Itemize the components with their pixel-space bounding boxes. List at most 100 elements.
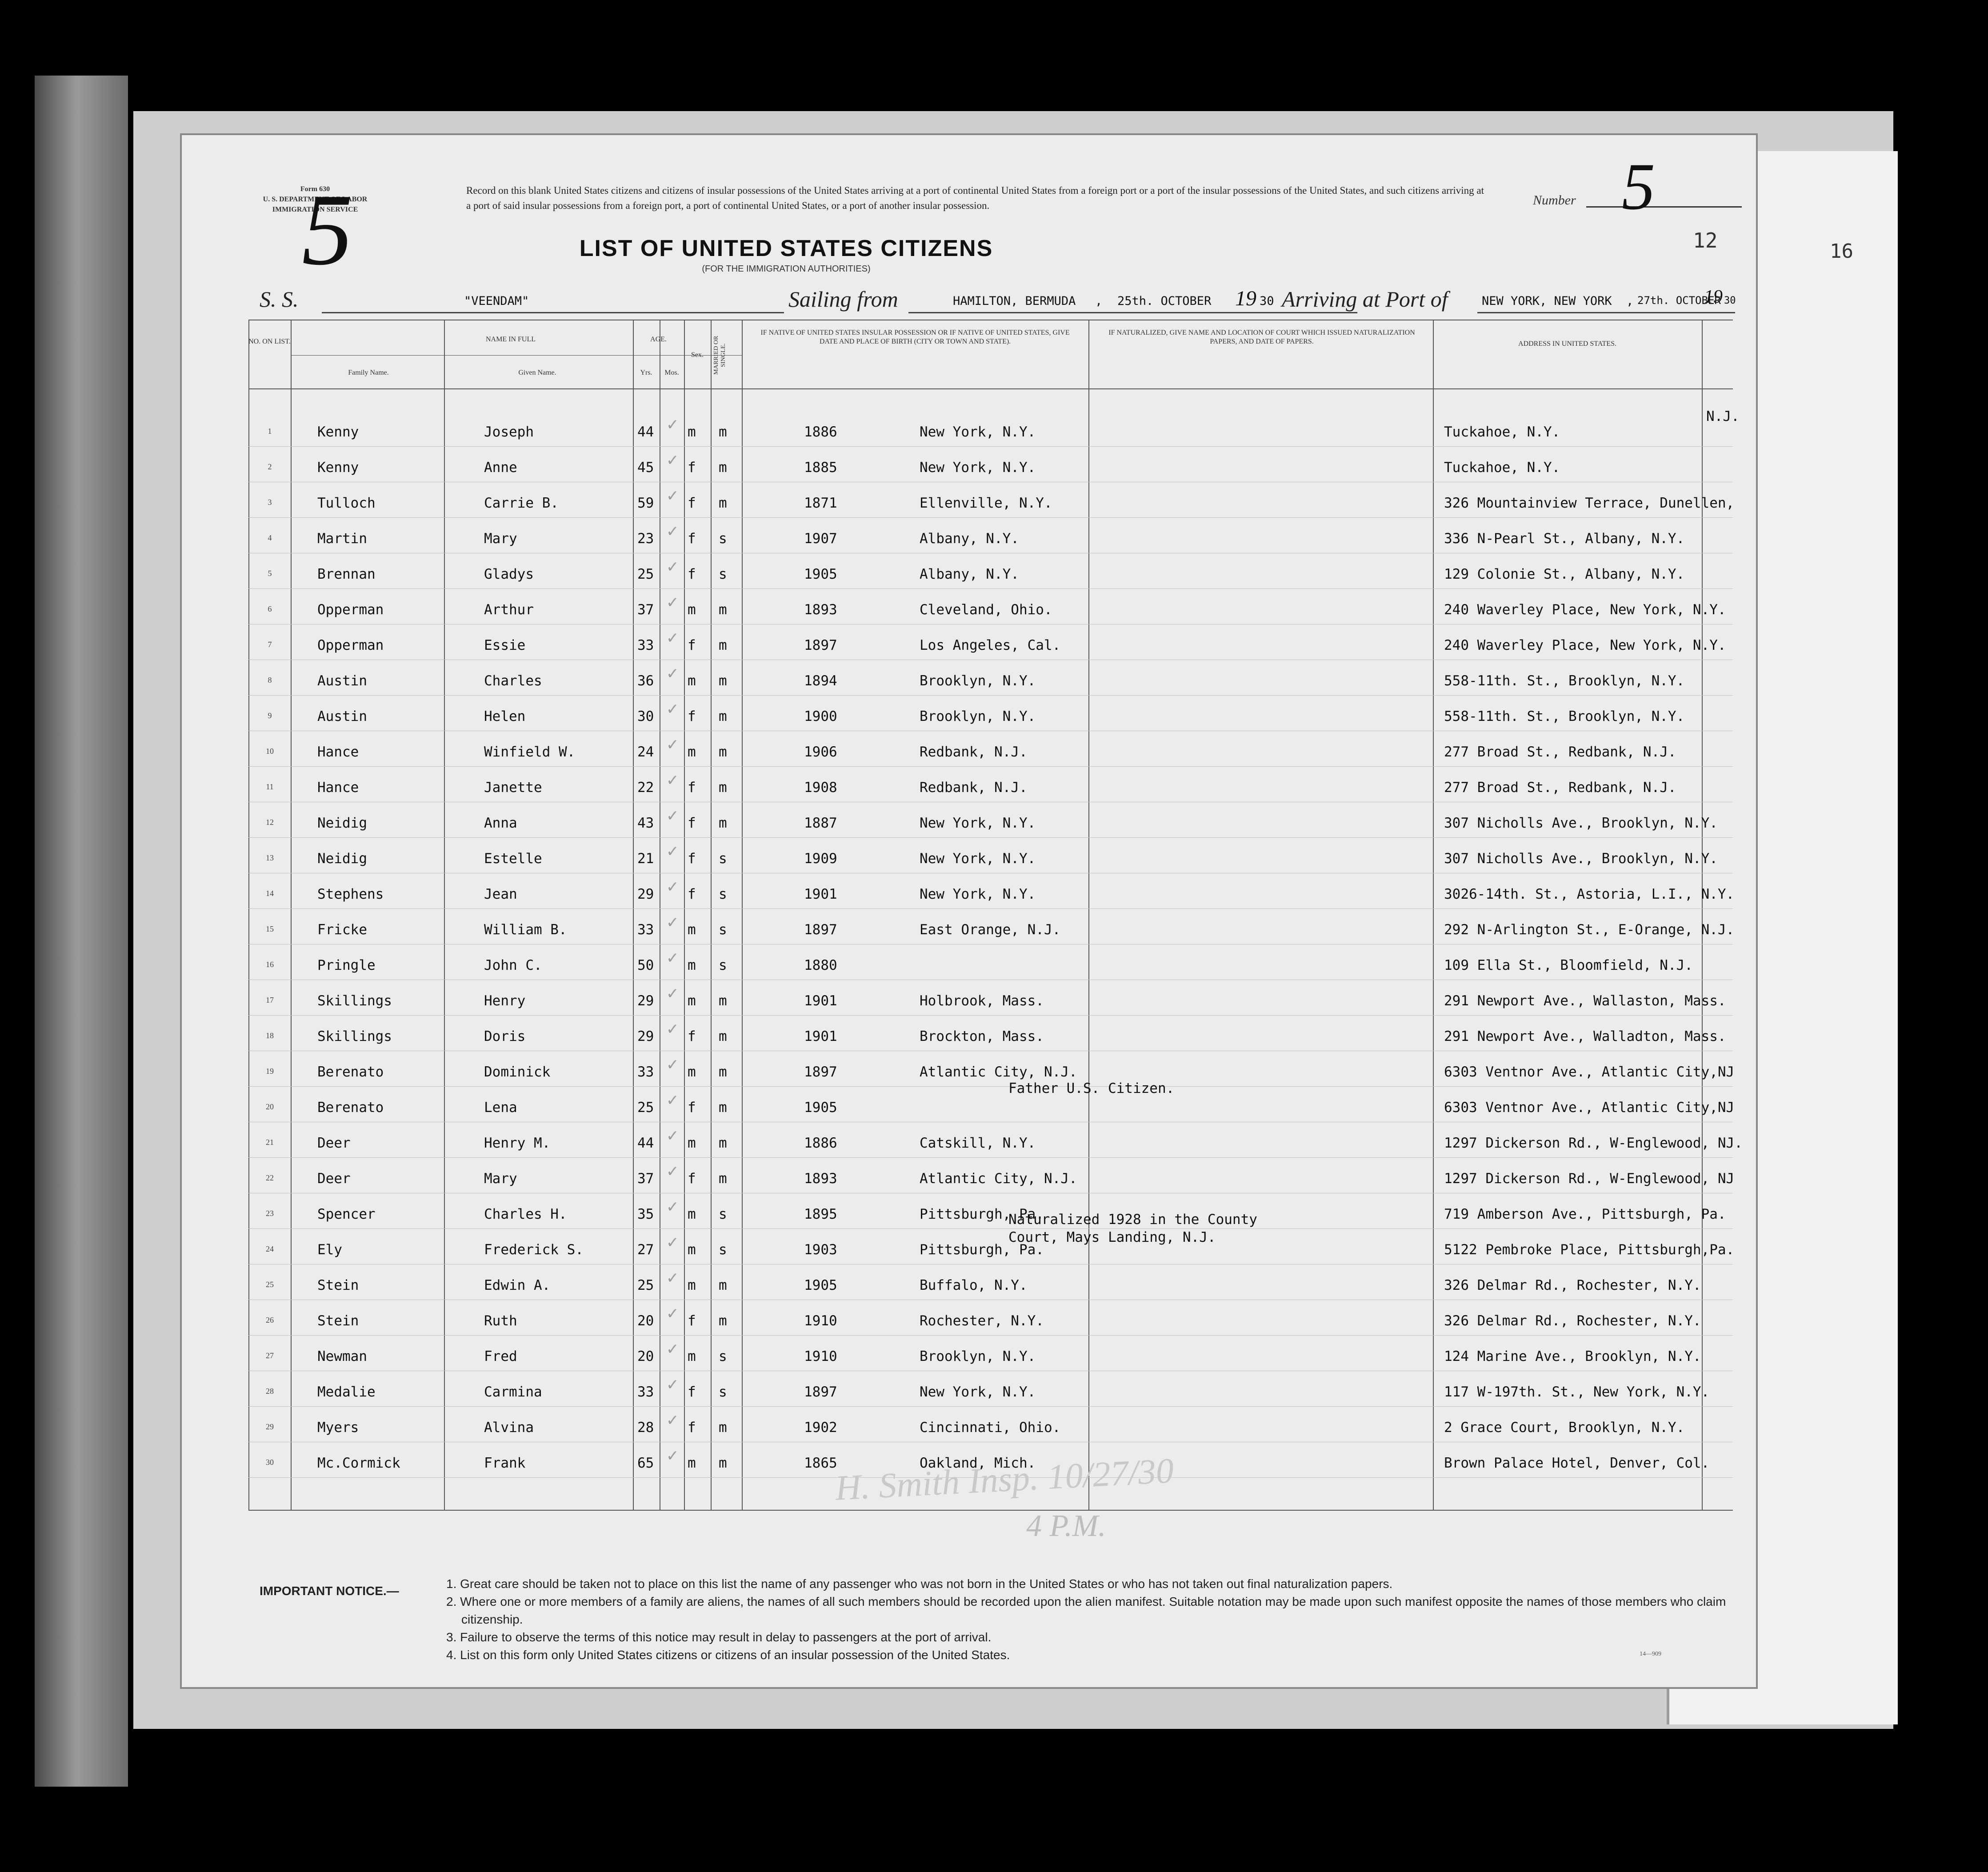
table-row: 27 Newman Fred 20 m s 1910 Brooklyn, N.Y. 124 Ma…: [248, 1340, 1733, 1375]
address: 277 Broad St., Redbank, N.J.: [1444, 780, 1676, 796]
marital-status: m: [719, 708, 727, 724]
marital-status: s: [719, 1348, 727, 1364]
given-name: Lena: [484, 1100, 517, 1116]
sex: f: [688, 531, 696, 547]
given-name: Frank: [484, 1455, 526, 1471]
row-number: 19: [266, 1067, 274, 1076]
given-name: William B.: [484, 922, 567, 938]
marital-status: m: [719, 1100, 727, 1116]
marital-status: m: [719, 637, 727, 653]
marital-status: s: [719, 957, 727, 973]
birth-year: 1908: [804, 780, 837, 796]
check-mark-icon: ✓: [666, 843, 679, 860]
sex: f: [688, 886, 696, 902]
marital-status: m: [719, 1420, 727, 1436]
note-berenato: Naturalized 1928 in the County Court, Ma…: [1008, 1212, 1257, 1245]
birth-place: Redbank, N.J.: [920, 744, 1028, 760]
header-no: No. on List.: [248, 338, 291, 345]
table-row: 4 Martin Mary 23 f s 1907 Albany, N.Y. 336 N-Pea…: [248, 523, 1733, 557]
form-code: 14—909: [1640, 1651, 1661, 1657]
inspector-time: 4 P.M.: [1026, 1509, 1106, 1543]
family-name: Opperman: [317, 637, 384, 653]
header-sex: Sex.: [691, 351, 704, 359]
ship-name: "VEENDAM": [464, 294, 529, 308]
table-row: 2 Kenny Anne 45 f m 1885 New York, N.Y. Tuckahoe…: [248, 452, 1733, 486]
sex: m: [688, 993, 696, 1009]
birth-year: 1901: [804, 886, 837, 902]
given-name: Janette: [484, 780, 542, 796]
family-name: Myers: [317, 1420, 359, 1436]
table-row: 26 Stein Ruth 20 f m 1910 Rochester, N.Y. 326 De…: [248, 1305, 1733, 1340]
row-number: 16: [266, 960, 274, 969]
address: Tuckahoe, N.Y.: [1444, 424, 1560, 440]
family-name: Berenato: [317, 1100, 384, 1116]
table-row: 29 Myers Alvina 28 f m 1902 Cincinnati, Ohio. 2 …: [248, 1412, 1733, 1446]
family-name: Skillings: [317, 993, 392, 1009]
binding-strip: [35, 76, 128, 1787]
family-name: Stein: [317, 1313, 359, 1329]
birth-place: Brooklyn, N.Y.: [920, 673, 1036, 689]
notice-item: 4. List on this form only United States …: [446, 1648, 1010, 1662]
sex: m: [688, 1277, 696, 1293]
marital-status: m: [719, 1135, 727, 1151]
given-name: Ruth: [484, 1313, 517, 1329]
age-years: 25: [637, 566, 654, 582]
page-subtitle: (FOR THE IMMIGRATION AUTHORITIES): [702, 264, 871, 274]
birth-year: 1909: [804, 851, 837, 867]
age-years: 24: [637, 744, 654, 760]
row-number: 21: [266, 1138, 274, 1147]
row-number: 1: [268, 427, 272, 436]
age-years: 25: [637, 1100, 654, 1116]
birth-place: New York, N.Y.: [920, 424, 1036, 440]
address: 109 Ella St., Bloomfield, N.J.: [1444, 957, 1693, 973]
manifest-page: Form 630 U. S. DEPARTMENT OF LABOR IMMIG…: [180, 133, 1758, 1689]
birth-year: 1887: [804, 815, 837, 831]
row-number: 30: [266, 1458, 274, 1467]
check-mark-icon: ✓: [666, 1020, 679, 1038]
row-number: 2: [268, 462, 272, 471]
table-row: 25 Stein Edwin A. 25 m m 1905 Buffalo, N.Y. 326 …: [248, 1269, 1733, 1304]
birth-year: 1905: [804, 566, 837, 582]
family-name: Stephens: [317, 886, 384, 902]
given-name: Charles H.: [484, 1206, 567, 1222]
table-bottom-rule: [248, 1510, 1733, 1511]
age-years: 29: [637, 1028, 654, 1044]
family-name: Deer: [317, 1171, 351, 1187]
birth-place: Albany, N.Y.: [920, 566, 1019, 582]
sex: f: [688, 1100, 696, 1116]
family-name: Kenny: [317, 424, 359, 440]
row-number: 4: [268, 533, 272, 542]
marital-status: s: [719, 851, 727, 867]
sex: m: [688, 1135, 696, 1151]
address: 291 Newport Ave., Wallaston, Mass.: [1444, 993, 1726, 1009]
birth-year: 1897: [804, 1384, 837, 1400]
age-years: 22: [637, 780, 654, 796]
family-name: Newman: [317, 1348, 367, 1364]
given-name: Arthur: [484, 602, 534, 618]
birth-year: 1885: [804, 460, 837, 476]
birth-year: 1897: [804, 1064, 837, 1080]
number-label: Number: [1533, 193, 1576, 208]
birth-year: 1871: [804, 495, 837, 511]
notice-title: IMPORTANT NOTICE.—: [260, 1584, 399, 1598]
age-years: 50: [637, 957, 654, 973]
given-name: Alvina: [484, 1420, 534, 1436]
check-mark-icon: ✓: [666, 1305, 679, 1323]
birth-place: Los Angeles, Cal.: [920, 637, 1061, 653]
family-name: Tulloch: [317, 495, 376, 511]
row-number: 10: [266, 747, 274, 756]
birth-place: New York, N.Y.: [920, 1384, 1036, 1400]
given-name: Estelle: [484, 851, 542, 867]
marital-status: s: [719, 922, 727, 938]
marital-status: m: [719, 1277, 727, 1293]
table-row: 19 Berenato Dominick 33 m m 1897 Atlantic City,…: [248, 1056, 1734, 1091]
address: 2 Grace Court, Brooklyn, N.Y.: [1444, 1420, 1685, 1436]
family-name: Deer: [317, 1135, 351, 1151]
intro-text: Record on this blank United States citiz…: [466, 185, 1484, 211]
notice-item: 3. Failure to observe the terms of this …: [446, 1630, 992, 1644]
row-number: 20: [266, 1102, 274, 1111]
age-years: 33: [637, 1064, 654, 1080]
given-name: Henry: [484, 993, 526, 1009]
birth-place: Brockton, Mass.: [920, 1028, 1044, 1044]
age-years: 44: [637, 424, 654, 440]
